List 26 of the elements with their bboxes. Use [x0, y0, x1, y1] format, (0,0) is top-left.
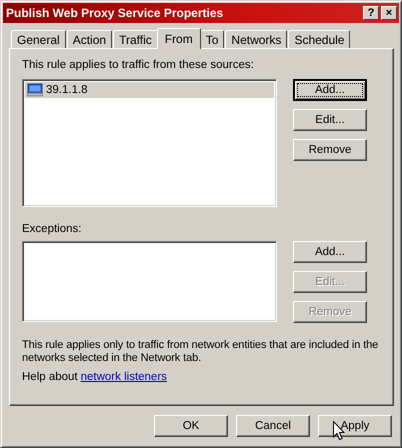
apply-button[interactable]: Apply	[318, 415, 392, 437]
tab[interactable]: Schedule	[288, 30, 350, 48]
tab[interactable]: Traffic	[113, 30, 158, 48]
exceptions-label: Exceptions:	[22, 223, 82, 235]
sources-label: This rule applies to traffic from these sources:	[22, 59, 255, 71]
ok-button[interactable]: OK	[154, 415, 228, 437]
add-button[interactable]: Add...	[293, 79, 367, 101]
tab[interactable]: Networks	[225, 30, 288, 48]
tab[interactable]: Action	[66, 30, 112, 48]
cancel-button[interactable]: Cancel	[236, 415, 310, 437]
sources-list[interactable]: 39.1.1.8	[22, 79, 277, 207]
tab[interactable]: From	[156, 28, 201, 49]
help-button[interactable]: ?	[363, 6, 379, 20]
close-button[interactable]: ×	[381, 6, 397, 20]
tab[interactable]: General	[11, 30, 66, 48]
tab[interactable]: To	[200, 30, 224, 48]
remove-button[interactable]: Remove	[293, 139, 367, 161]
exceptions-list[interactable]	[22, 241, 277, 322]
add-button[interactable]: Add...	[293, 241, 367, 263]
window-title: Publish Web Proxy Service Properties	[6, 6, 224, 20]
edit-button[interactable]: Edit...	[293, 109, 367, 131]
list-item[interactable]: 39.1.1.8	[25, 82, 274, 98]
help-text: Help about	[22, 371, 78, 383]
help-link[interactable]: network listeners	[80, 371, 167, 383]
computer-icon	[27, 83, 43, 97]
note-text: This rule applies only to traffic from network entities that are included in the networks selected in the Network tab.	[22, 339, 380, 365]
